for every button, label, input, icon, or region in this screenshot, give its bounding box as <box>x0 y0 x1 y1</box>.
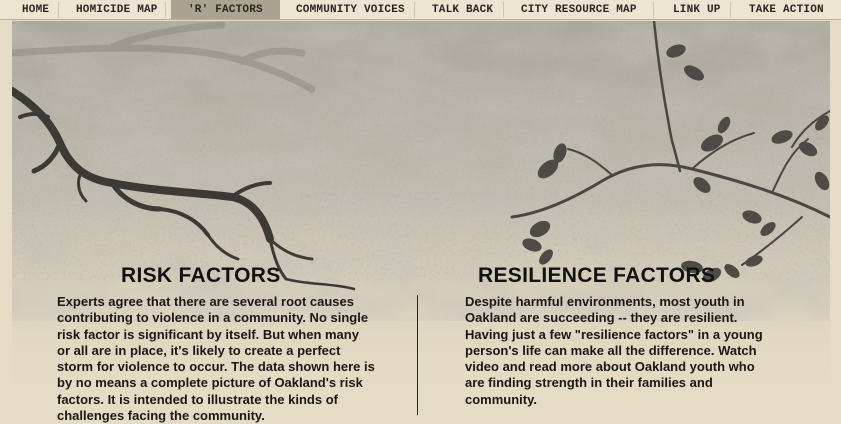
nav-separator <box>165 2 166 18</box>
nav-community-voices[interactable]: COMMUNITY VOICES <box>296 0 405 19</box>
nav-home[interactable]: HOME <box>22 0 49 19</box>
main-nav: HOME HOMICIDE MAP 'R' FACTORS COMMUNITY … <box>0 0 841 20</box>
nav-separator <box>653 2 654 18</box>
nav-separator <box>503 2 504 18</box>
nav-link-up[interactable]: LINK UP <box>673 0 721 19</box>
nav-city-resource-map[interactable]: CITY RESOURCE MAP <box>521 0 637 19</box>
resilience-factors-text: Despite harmful environments, most youth… <box>465 294 763 407</box>
risk-factors-text: Experts agree that there are several roo… <box>57 294 375 424</box>
nav-talk-back[interactable]: TALK BACK <box>432 0 493 19</box>
nav-r-factors[interactable]: 'R' FACTORS <box>171 0 280 19</box>
nav-separator <box>414 2 415 18</box>
nav-separator <box>730 2 731 18</box>
column-divider <box>417 295 418 415</box>
risk-factors-heading: RISK FACTORS <box>121 264 281 287</box>
nav-homicide-map[interactable]: HOMICIDE MAP <box>76 0 158 19</box>
resilience-factors-heading: RESILIENCE FACTORS <box>478 264 716 287</box>
nav-separator <box>58 2 59 18</box>
nav-take-action[interactable]: TAKE ACTION <box>749 0 824 19</box>
